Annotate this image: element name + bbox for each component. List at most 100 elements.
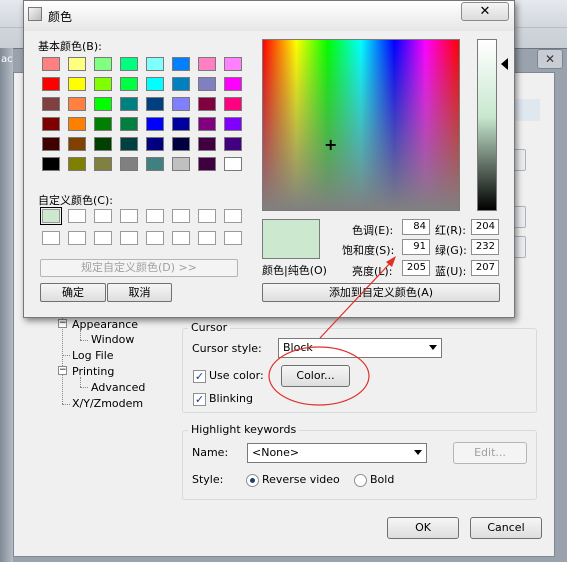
edit-button[interactable]: Edit... (453, 442, 527, 464)
basic-color-swatch[interactable] (42, 77, 60, 91)
custom-color-swatch[interactable] (120, 209, 138, 223)
color-dialog-close-button[interactable]: ✕ (461, 2, 509, 21)
blinking-checkbox[interactable]: ✓ (193, 393, 206, 406)
bold-radio[interactable] (354, 474, 367, 487)
red-field[interactable]: 204 (471, 219, 499, 235)
basic-color-swatch[interactable] (94, 77, 112, 91)
basic-color-swatch[interactable] (42, 57, 60, 71)
tree-item-advanced[interactable]: Advanced (91, 381, 145, 394)
custom-color-swatch[interactable] (94, 209, 112, 223)
basic-color-swatch[interactable] (198, 117, 216, 131)
cursor-style-label: Cursor style: (192, 342, 262, 355)
basic-color-swatch[interactable] (224, 97, 242, 111)
custom-color-swatch[interactable] (94, 231, 112, 245)
define-custom-colors-button[interactable]: 规定自定义颜色(D) >> (40, 259, 238, 277)
basic-color-swatch[interactable] (42, 97, 60, 111)
basic-color-swatch[interactable] (146, 117, 164, 131)
basic-color-swatch[interactable] (224, 117, 242, 131)
basic-color-swatch[interactable] (68, 137, 86, 151)
basic-color-swatch[interactable] (94, 137, 112, 151)
custom-color-swatch[interactable] (146, 209, 164, 223)
custom-color-swatch[interactable] (146, 231, 164, 245)
add-to-custom-colors-button[interactable]: 添加到自定义颜色(A) (262, 283, 500, 302)
tree-item-log-file[interactable]: Log File (72, 349, 114, 362)
basic-color-swatch[interactable] (120, 157, 138, 171)
options-dialog-close-button[interactable]: ✕ (537, 49, 563, 69)
custom-color-swatch[interactable] (120, 231, 138, 245)
basic-color-swatch[interactable] (172, 117, 190, 131)
basic-color-swatch[interactable] (146, 137, 164, 151)
use-color-checkbox[interactable]: ✓ (193, 370, 206, 383)
basic-color-swatch[interactable] (120, 77, 138, 91)
custom-color-swatch[interactable] (172, 231, 190, 245)
saturation-field[interactable]: 91 (402, 239, 430, 255)
basic-color-swatch[interactable] (198, 157, 216, 171)
luminance-pointer-icon[interactable] (501, 58, 508, 70)
basic-color-swatch[interactable] (68, 97, 86, 111)
basic-color-swatch[interactable] (68, 157, 86, 171)
basic-color-swatch[interactable] (172, 57, 190, 71)
basic-color-swatch[interactable] (198, 57, 216, 71)
basic-color-swatch[interactable] (68, 57, 86, 71)
luminance-slider[interactable] (477, 39, 497, 211)
basic-color-swatch[interactable] (198, 137, 216, 151)
basic-color-swatch[interactable] (172, 157, 190, 171)
color-spectrum[interactable]: + (262, 39, 460, 211)
basic-colors-grid (42, 57, 252, 177)
basic-color-swatch[interactable] (146, 77, 164, 91)
highlight-style-label: Style: (192, 473, 224, 486)
basic-color-swatch[interactable] (94, 57, 112, 71)
basic-color-swatch[interactable] (42, 117, 60, 131)
basic-color-swatch[interactable] (120, 97, 138, 111)
basic-color-swatch[interactable] (120, 57, 138, 71)
color-button[interactable]: Color... (281, 365, 350, 387)
luminance-field[interactable]: 205 (402, 260, 430, 276)
green-field[interactable]: 232 (471, 239, 499, 255)
color-cancel-button[interactable]: 取消 (107, 283, 172, 302)
basic-color-swatch[interactable] (224, 157, 242, 171)
tree-item-printing[interactable]: Printing (72, 365, 114, 378)
basic-color-swatch[interactable] (146, 157, 164, 171)
basic-color-swatch[interactable] (146, 97, 164, 111)
collapse-icon[interactable]: − (58, 366, 67, 375)
basic-color-swatch[interactable] (198, 97, 216, 111)
basic-color-swatch[interactable] (120, 117, 138, 131)
reverse-video-radio[interactable] (246, 474, 259, 487)
basic-color-swatch[interactable] (172, 77, 190, 91)
basic-color-swatch[interactable] (94, 97, 112, 111)
tree-item-xyzmodem[interactable]: X/Y/Zmodem (72, 397, 143, 410)
custom-color-swatch[interactable] (42, 231, 60, 245)
hue-field[interactable]: 84 (402, 219, 430, 235)
basic-color-swatch[interactable] (198, 77, 216, 91)
custom-color-swatch[interactable] (172, 209, 190, 223)
custom-color-swatch[interactable] (224, 209, 242, 223)
basic-color-swatch[interactable] (224, 77, 242, 91)
basic-color-swatch[interactable] (172, 137, 190, 151)
ok-button[interactable]: OK (387, 517, 459, 539)
custom-color-swatch[interactable] (198, 231, 216, 245)
basic-color-swatch[interactable] (94, 157, 112, 171)
blue-field[interactable]: 207 (471, 260, 499, 276)
basic-color-swatch[interactable] (120, 137, 138, 151)
highlight-name-select[interactable]: <None> (247, 443, 427, 463)
custom-color-swatch[interactable] (224, 231, 242, 245)
basic-color-swatch[interactable] (68, 117, 86, 131)
custom-color-swatch[interactable] (68, 209, 86, 223)
tree-item-appearance[interactable]: Appearance (72, 318, 138, 331)
color-ok-button[interactable]: 确定 (40, 283, 106, 302)
cancel-button[interactable]: Cancel (470, 517, 542, 539)
basic-color-swatch[interactable] (224, 137, 242, 151)
basic-color-swatch[interactable] (172, 97, 190, 111)
custom-color-swatch[interactable] (68, 231, 86, 245)
tree-item-window[interactable]: Window (91, 333, 134, 346)
collapse-icon[interactable]: − (58, 319, 67, 328)
basic-color-swatch[interactable] (42, 137, 60, 151)
custom-color-swatch[interactable] (40, 207, 62, 225)
basic-color-swatch[interactable] (42, 157, 60, 171)
basic-color-swatch[interactable] (68, 77, 86, 91)
custom-color-swatch[interactable] (198, 209, 216, 223)
basic-color-swatch[interactable] (94, 117, 112, 131)
basic-color-swatch[interactable] (146, 57, 164, 71)
cursor-style-select[interactable]: Block (278, 338, 442, 358)
basic-color-swatch[interactable] (224, 57, 242, 71)
